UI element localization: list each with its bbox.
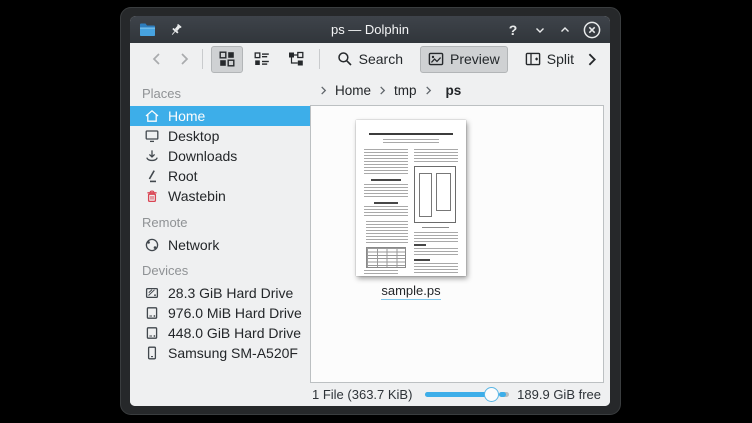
sidebar-item-label: 976.0 MiB Hard Drive: [168, 305, 302, 321]
remote-section-header: Remote: [130, 215, 310, 231]
preview-figure-graphic: [414, 166, 456, 223]
titlebar[interactable]: ps — Dolphin ?: [130, 16, 610, 43]
breadcrumb-separator-icon[interactable]: [378, 85, 387, 96]
chevron-right-icon: [583, 51, 600, 68]
details-view-button[interactable]: [247, 46, 277, 73]
tree-view-icon: [288, 51, 304, 67]
root-icon: [144, 168, 160, 184]
folder-view[interactable]: sample.ps: [310, 105, 604, 383]
close-icon[interactable]: [583, 21, 601, 39]
hard-drive-icon: [144, 285, 160, 301]
sidebar-item-drive-448gib[interactable]: 448.0 GiB Hard Drive: [130, 323, 310, 343]
sidebar-item-desktop[interactable]: Desktop: [130, 126, 310, 146]
chevron-left-icon: [149, 51, 165, 67]
sidebar-item-root[interactable]: Root: [130, 166, 310, 186]
preview-table-graphic: [366, 247, 406, 268]
file-name-label[interactable]: sample.ps: [381, 283, 440, 298]
disk-usage-bar: [499, 392, 509, 397]
hard-drive-icon: [144, 305, 160, 321]
dolphin-window: ps — Dolphin ?: [130, 16, 610, 406]
toolbar-separator: [202, 49, 203, 69]
sidebar-item-label: 448.0 GiB Hard Drive: [168, 325, 301, 341]
maximize-icon[interactable]: [558, 23, 572, 37]
free-space-label: 189.9 GiB free: [517, 387, 601, 402]
breadcrumb-item-tmp[interactable]: tmp: [394, 83, 417, 98]
breadcrumb-item-current[interactable]: ps: [446, 83, 462, 98]
minimize-icon[interactable]: [533, 23, 547, 37]
sidebar-item-samsung-phone[interactable]: Samsung SM-A520F: [130, 343, 310, 363]
file-count-label: 1 File (363.7 KiB): [312, 387, 412, 402]
sidebar-item-label: Root: [168, 168, 198, 184]
toolbar-overflow-button[interactable]: [581, 46, 602, 72]
file-item-sample-ps[interactable]: sample.ps: [335, 120, 487, 300]
status-bar: 1 File (363.7 KiB) 189.9 GiB free: [130, 383, 610, 406]
icons-view-button[interactable]: [211, 46, 243, 73]
hard-drive-icon: [144, 325, 160, 341]
sidebar-item-drive-28gib[interactable]: 28.3 GiB Hard Drive: [130, 283, 310, 303]
postscript-preview-thumbnail: [356, 120, 466, 276]
zoom-slider[interactable]: [425, 392, 486, 397]
breadcrumb-separator-icon[interactable]: [424, 85, 433, 96]
zoom-slider-fill: [425, 392, 491, 397]
network-icon: [144, 237, 160, 253]
places-panel: Places Home Desktop: [130, 75, 310, 383]
sidebar-item-wastebin[interactable]: Wastebin: [130, 186, 310, 206]
breadcrumb-item-home[interactable]: Home: [335, 83, 371, 98]
places-section-header: Places: [130, 86, 310, 102]
smartphone-icon: [144, 345, 160, 361]
toolbar-separator: [319, 49, 320, 69]
sidebar-item-network[interactable]: Network: [130, 235, 310, 255]
home-icon: [144, 108, 160, 124]
main-toolbar: Search Preview Split: [130, 43, 610, 75]
split-button[interactable]: Split: [518, 46, 581, 73]
zoom-slider-handle[interactable]: [484, 387, 499, 402]
sidebar-item-label: Desktop: [168, 128, 219, 144]
details-view-icon: [254, 51, 270, 67]
sidebar-item-label: Wastebin: [168, 188, 226, 204]
sidebar-item-label: Home: [168, 108, 205, 124]
sidebar-item-downloads[interactable]: Downloads: [130, 146, 310, 166]
sidebar-item-label: Samsung SM-A520F: [168, 345, 298, 361]
breadcrumb: Home tmp ps: [310, 75, 610, 105]
sidebar-item-label: Network: [168, 237, 219, 253]
icons-view-icon: [219, 51, 235, 67]
help-button[interactable]: ?: [504, 21, 522, 39]
search-icon: [337, 51, 353, 67]
split-icon: [525, 51, 541, 67]
search-button[interactable]: Search: [330, 46, 410, 73]
tree-view-button[interactable]: [281, 46, 311, 73]
breadcrumb-separator-icon[interactable]: [319, 85, 328, 96]
split-label: Split: [547, 51, 574, 67]
downloads-icon: [144, 148, 160, 164]
wastebin-icon: [144, 188, 160, 204]
sidebar-item-label: Downloads: [168, 148, 237, 164]
search-label: Search: [359, 51, 403, 67]
desktop-icon: [144, 128, 160, 144]
preview-label: Preview: [450, 51, 500, 67]
chevron-right-icon: [176, 51, 192, 67]
devices-section-header: Devices: [130, 263, 310, 279]
sidebar-item-label: 28.3 GiB Hard Drive: [168, 285, 293, 301]
preview-icon: [428, 51, 444, 67]
sidebar-item-drive-976mib[interactable]: 976.0 MiB Hard Drive: [130, 303, 310, 323]
disk-usage-fill: [499, 392, 506, 397]
sidebar-item-home[interactable]: Home: [130, 106, 310, 126]
back-button[interactable]: [146, 46, 167, 72]
preview-toggle-button[interactable]: Preview: [420, 46, 508, 73]
forward-button[interactable]: [173, 46, 194, 72]
desktop-background: ps — Dolphin ?: [0, 0, 752, 423]
